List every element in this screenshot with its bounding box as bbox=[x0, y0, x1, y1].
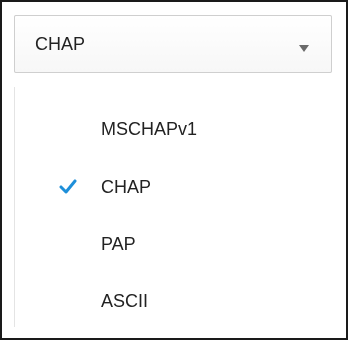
option-pap[interactable]: PAP bbox=[15, 221, 333, 267]
auth-type-select[interactable]: CHAP bbox=[14, 15, 332, 73]
option-label: MSCHAPv1 bbox=[101, 119, 198, 139]
option-label: CHAP bbox=[101, 177, 152, 197]
selected-value: CHAP bbox=[35, 34, 86, 54]
option-mschapv1[interactable]: MSCHAPv1 bbox=[15, 106, 333, 152]
checkmark-icon bbox=[59, 179, 77, 195]
option-chap[interactable]: CHAP bbox=[15, 164, 333, 210]
option-ascii[interactable]: ASCII bbox=[15, 278, 333, 324]
dropdown-menu: MSCHAPv1 CHAP PAP ASCII bbox=[14, 87, 332, 327]
option-label: PAP bbox=[101, 234, 136, 254]
caret-down-icon bbox=[299, 40, 309, 52]
screenshot-frame: CHAP MSCHAPv1 CHAP PAP ASCII bbox=[0, 0, 348, 340]
option-label: ASCII bbox=[101, 291, 149, 311]
